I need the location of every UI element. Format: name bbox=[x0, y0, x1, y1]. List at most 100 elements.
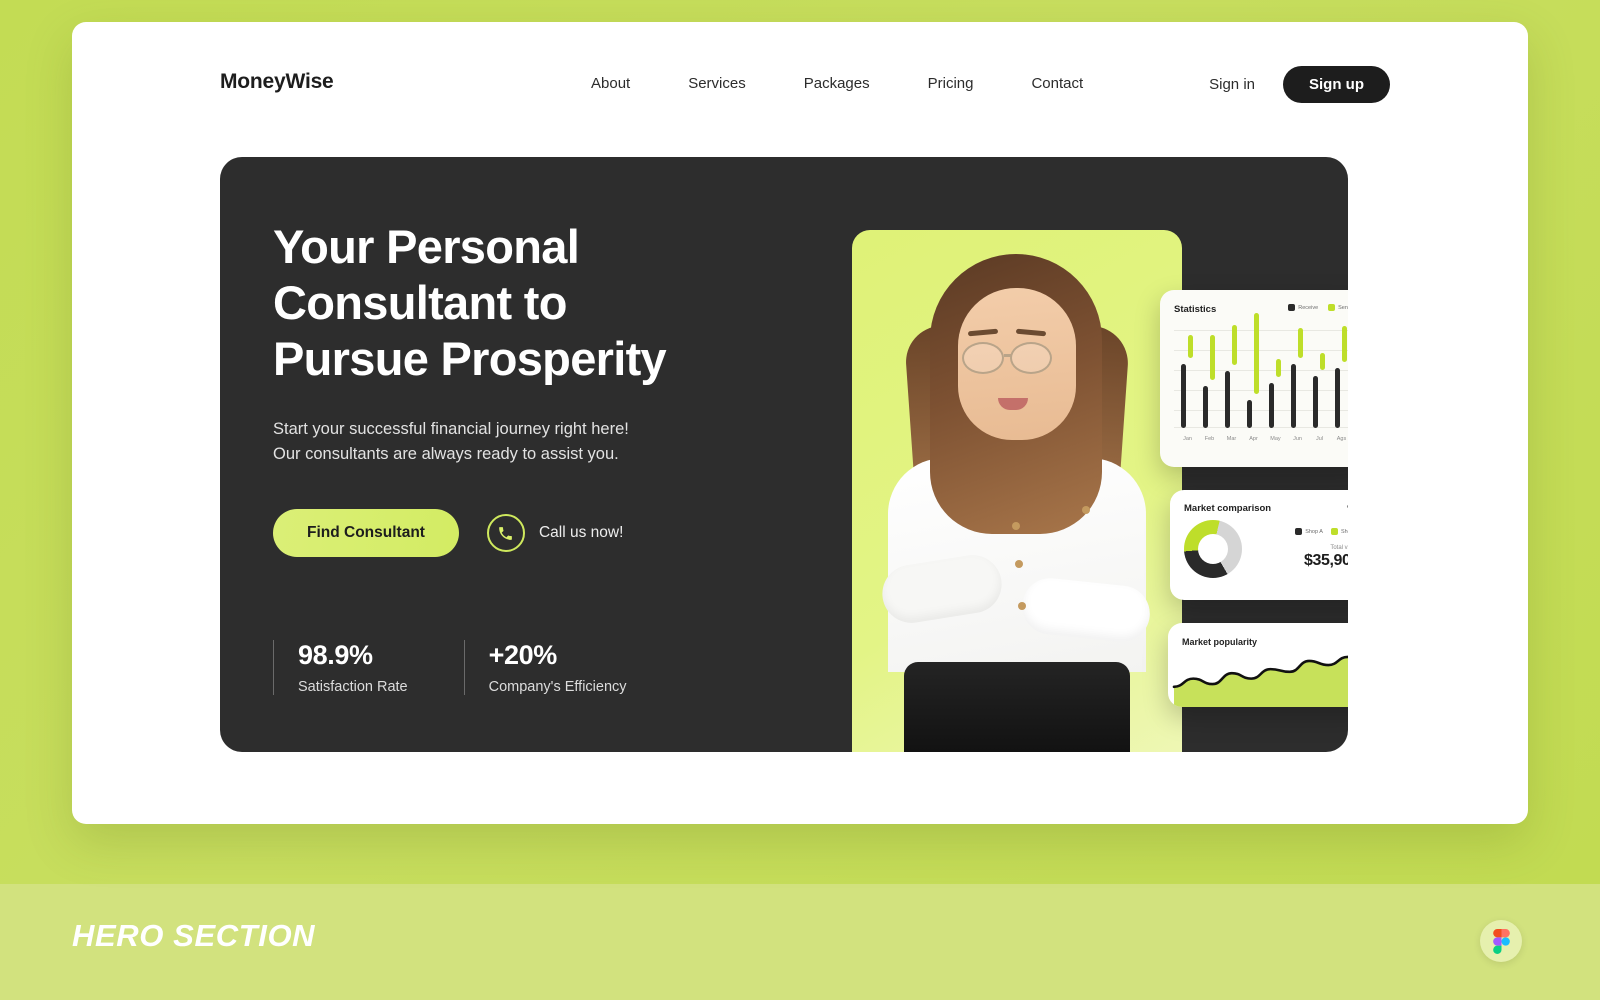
website-mockup: MoneyWise About Services Packages Pricin… bbox=[72, 22, 1528, 824]
bar-group bbox=[1200, 324, 1219, 428]
statistics-bar-chart: Jan Feb Mar Apr May Jun Jul Ags bbox=[1174, 312, 1348, 442]
nav-item-contact[interactable]: Contact bbox=[1002, 72, 1112, 96]
presentation-slide: MoneyWise About Services Packages Pricin… bbox=[0, 0, 1600, 1000]
bar-send bbox=[1254, 312, 1259, 394]
call-us-label: Call us now! bbox=[538, 524, 624, 541]
market-popularity-title: Market popularity bbox=[1182, 637, 1258, 647]
market-popularity-area-chart bbox=[1172, 655, 1348, 707]
month-label: Jan bbox=[1183, 436, 1192, 442]
bar-send bbox=[1188, 334, 1193, 358]
hero-cta-row: Find Consultant Call us now! bbox=[273, 509, 793, 557]
bar-group bbox=[1222, 324, 1241, 428]
bar-send bbox=[1232, 325, 1237, 365]
bar-send bbox=[1210, 334, 1215, 381]
bar-receive bbox=[1335, 367, 1340, 428]
market-legend: Shop A Shop B bbox=[1295, 528, 1348, 535]
stat-value: +20% bbox=[488, 640, 558, 670]
hero-subtitle: Start your successful financial journey … bbox=[273, 417, 793, 467]
headline-line-3: Pursue Prosperity bbox=[273, 332, 667, 385]
bar-receive bbox=[1313, 376, 1318, 428]
total-value-amount: $35,903 bbox=[1303, 552, 1348, 569]
month-label: Feb bbox=[1204, 436, 1215, 442]
legend-item-shop-b: Shop B bbox=[1330, 528, 1348, 535]
market-card-header: Market comparison ••• bbox=[1184, 502, 1348, 515]
bar-group bbox=[1332, 324, 1348, 428]
statistics-card-title: Statistics bbox=[1174, 304, 1217, 315]
statistics-card-header: Statistics Receive Send bbox=[1174, 304, 1348, 315]
total-value-label: Total value bbox=[1330, 545, 1348, 551]
month-label: Jul bbox=[1315, 436, 1324, 442]
stat-satisfaction-rate: 98.9% Satisfaction Rate bbox=[273, 640, 408, 695]
figma-logo-icon bbox=[1480, 920, 1522, 962]
nav-item-services[interactable]: Services bbox=[659, 72, 775, 96]
nav-item-pricing[interactable]: Pricing bbox=[899, 72, 1003, 96]
more-options-icon[interactable]: ••• bbox=[1346, 502, 1348, 513]
stat-company-efficiency: +20% Company's Efficiency bbox=[463, 640, 627, 695]
bar-receive bbox=[1203, 386, 1208, 428]
bar-receive bbox=[1269, 383, 1274, 428]
month-label: May bbox=[1270, 436, 1281, 442]
headline-line-1: Your Personal bbox=[273, 220, 580, 273]
bar-send bbox=[1320, 353, 1325, 370]
hero-photo-panel bbox=[852, 230, 1182, 752]
hero-card: Your Personal Consultant to Pursue Prosp… bbox=[220, 157, 1348, 752]
legend-swatch-shop-a bbox=[1295, 528, 1303, 535]
site-header: MoneyWise About Services Packages Pricin… bbox=[72, 22, 1528, 144]
phone-icon bbox=[486, 514, 525, 552]
legend-swatch-receive bbox=[1288, 304, 1296, 311]
bar-group bbox=[1266, 324, 1285, 428]
stat-label: Company's Efficiency bbox=[488, 679, 627, 695]
month-label: Mar bbox=[1226, 436, 1237, 442]
month-label: Jun bbox=[1293, 436, 1302, 442]
subtitle-line-1: Start your successful financial journey … bbox=[273, 420, 629, 438]
call-us-action[interactable]: Call us now! bbox=[486, 514, 624, 552]
market-comparison-card[interactable]: Market comparison ••• Shop A bbox=[1170, 490, 1348, 600]
market-card-values: Shop A Shop B Total value $35,903 bbox=[1295, 528, 1348, 570]
bar-send bbox=[1342, 326, 1347, 362]
header-actions: Sign in Sign up bbox=[1199, 66, 1390, 103]
slide-section-label: HERO SECTION bbox=[72, 918, 316, 953]
legend-item-receive: Receive bbox=[1288, 304, 1318, 311]
legend-swatch-shop-b bbox=[1330, 528, 1338, 535]
bar-group bbox=[1178, 324, 1197, 428]
legend-item-shop-a: Shop A bbox=[1295, 528, 1323, 535]
legend-label-send: Send bbox=[1338, 304, 1348, 311]
bar-send bbox=[1298, 328, 1303, 358]
stat-value: 98.9% bbox=[298, 640, 373, 670]
legend-label-receive: Receive bbox=[1298, 304, 1319, 311]
month-label: Apr bbox=[1249, 436, 1258, 442]
bar-receive bbox=[1291, 363, 1296, 428]
site-logo[interactable]: MoneyWise bbox=[220, 70, 334, 94]
legend-item-send: Send bbox=[1328, 304, 1348, 311]
legend-swatch-send bbox=[1328, 304, 1336, 311]
legend-label-shop-a: Shop A bbox=[1305, 528, 1323, 535]
nav-item-about[interactable]: About bbox=[562, 72, 659, 96]
market-donut-chart bbox=[1184, 520, 1242, 578]
statistics-card[interactable]: Statistics Receive Send bbox=[1160, 290, 1348, 467]
sign-in-link[interactable]: Sign in bbox=[1199, 70, 1265, 99]
market-card-body: Shop A Shop B Total value $35,903 bbox=[1184, 520, 1348, 578]
market-popularity-card[interactable]: Market popularity bbox=[1168, 623, 1348, 707]
month-label: Ags bbox=[1336, 436, 1347, 442]
bar-group bbox=[1310, 324, 1329, 428]
legend-label-shop-b: Shop B bbox=[1340, 528, 1348, 535]
bar-receive bbox=[1247, 399, 1252, 428]
hero-stats: 98.9% Satisfaction Rate +20% Company's E… bbox=[273, 640, 793, 695]
find-consultant-button[interactable]: Find Consultant bbox=[273, 509, 459, 557]
hero-headline: Your Personal Consultant to Pursue Prosp… bbox=[273, 219, 793, 387]
subtitle-line-2: Our consultants are always ready to assi… bbox=[273, 445, 619, 463]
stat-label: Satisfaction Rate bbox=[298, 679, 408, 695]
main-navigation: About Services Packages Pricing Contact bbox=[562, 72, 1112, 96]
sign-up-button[interactable]: Sign up bbox=[1283, 66, 1390, 103]
headline-line-2: Consultant to bbox=[273, 276, 567, 329]
bar-receive bbox=[1181, 363, 1186, 428]
market-comparison-title: Market comparison bbox=[1184, 503, 1272, 514]
bar-group-container bbox=[1178, 312, 1348, 428]
bar-send bbox=[1276, 358, 1281, 378]
hero-content: Your Personal Consultant to Pursue Prosp… bbox=[273, 219, 793, 695]
consultant-photo bbox=[852, 230, 1182, 752]
nav-item-packages[interactable]: Packages bbox=[775, 72, 899, 96]
statistics-legend: Receive Send bbox=[1288, 304, 1348, 311]
bar-group bbox=[1288, 324, 1307, 428]
month-labels: Jan Feb Mar Apr May Jun Jul Ags bbox=[1178, 436, 1348, 442]
